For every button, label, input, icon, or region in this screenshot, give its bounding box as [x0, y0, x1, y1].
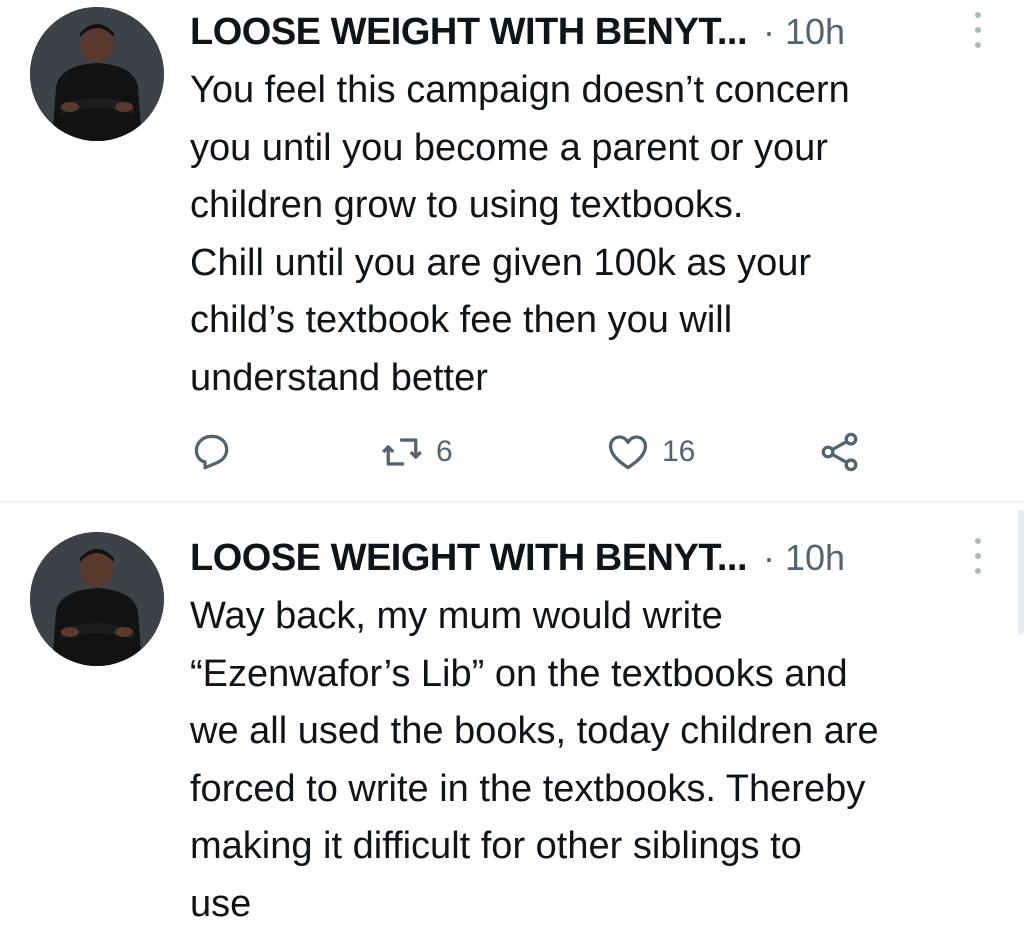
more-vertical-icon[interactable] — [972, 538, 984, 574]
avatar[interactable] — [30, 532, 164, 666]
more-vertical-icon[interactable] — [972, 12, 984, 48]
reply-button[interactable] — [190, 425, 234, 479]
tweet-text: Way back, my mum would write “Ezenwafor’… — [190, 595, 879, 925]
like-count: 16 — [662, 435, 696, 468]
retweet-icon — [382, 438, 422, 466]
avatar-photo — [30, 7, 164, 141]
reply-icon — [194, 434, 229, 470]
like-button[interactable]: 16 — [606, 425, 695, 479]
avatar[interactable] — [30, 7, 164, 141]
author-name[interactable]: LOOSE WEIGHT WITH BENYT... — [190, 537, 748, 580]
tweet-time[interactable]: 10h — [785, 537, 845, 579]
author-name[interactable]: LOOSE WEIGHT WITH BENYT... — [190, 11, 748, 54]
tweet-header: LOOSE WEIGHT WITH BENYT... · 10h — [190, 528, 994, 588]
separator-dot: · — [763, 11, 775, 52]
tweet-text: You feel this campaign doesn’t concern y… — [190, 69, 850, 399]
tweet-time[interactable]: 10h — [785, 11, 845, 53]
tweet[interactable]: LOOSE WEIGHT WITH BENYT... · 10h You fee… — [0, 0, 1024, 502]
heart-icon — [608, 435, 648, 470]
avatar-photo — [30, 532, 164, 666]
share-icon — [821, 432, 858, 472]
tweet[interactable]: LOOSE WEIGHT WITH BENYT... · 10h Way bac… — [0, 503, 1024, 935]
share-button[interactable] — [818, 425, 862, 479]
tweet-actions: 6 16 — [190, 425, 890, 479]
retweet-count: 6 — [436, 435, 453, 468]
tweet-header: LOOSE WEIGHT WITH BENYT... · 10h — [190, 2, 994, 62]
retweet-button[interactable]: 6 — [380, 425, 453, 479]
separator-dot: · — [763, 537, 775, 578]
